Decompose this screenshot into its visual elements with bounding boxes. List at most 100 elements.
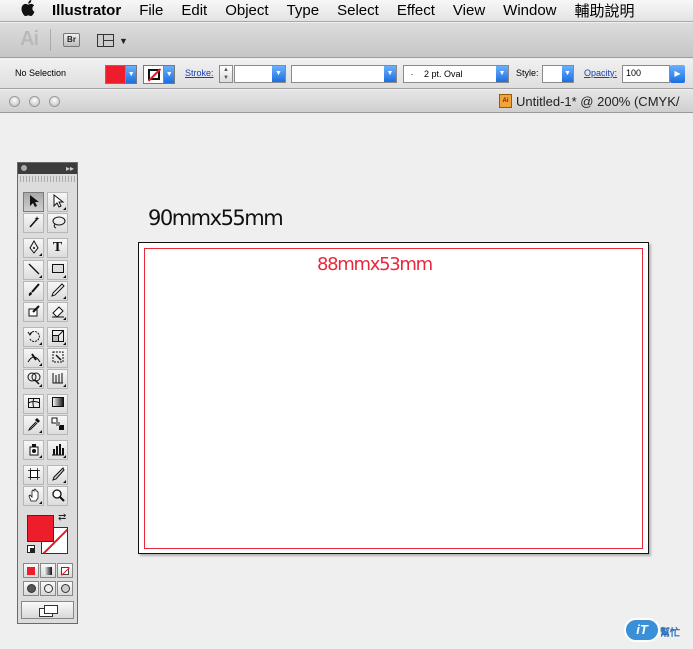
width-tool-icon [27,353,40,363]
draw-behind-button[interactable] [40,581,56,596]
menu-object[interactable]: Object [225,2,268,19]
slice-tool[interactable] [47,465,68,485]
blob-brush-tool[interactable] [23,302,44,322]
eyedropper-tool[interactable] [23,415,44,435]
type-tool[interactable]: T [47,238,68,258]
chevron-down-icon: ▼ [126,66,136,83]
default-fill-stroke-icon[interactable] [27,545,35,553]
artboard-size-label: 90mmx55mm [148,206,284,230]
pen-nib-icon [28,240,39,254]
graphic-style-picker[interactable]: ▼ [542,65,574,83]
minimize-window-button[interactable] [29,96,40,107]
screen-mode-button[interactable] [21,601,74,619]
menu-view[interactable]: View [453,2,485,19]
eraser-icon [51,306,64,318]
swap-fill-stroke-icon[interactable]: ⇄ [58,512,66,523]
bridge-button[interactable]: Br [63,33,80,47]
paintbrush-icon [28,283,40,296]
gradient-tool[interactable] [47,394,68,414]
zoom-window-button[interactable] [49,96,60,107]
color-mode-button[interactable] [23,563,39,578]
lasso-icon [52,216,65,229]
zoom-tool[interactable] [47,486,68,506]
stroke-weight-stepper[interactable]: ▲ ▼ [219,65,233,83]
line-segment-tool[interactable] [23,260,44,280]
chevron-right-icon[interactable]: ▶ [670,65,685,83]
drag-handle[interactable] [20,176,75,182]
brush-value: 2 pt. Oval [424,69,463,79]
draw-normal-button[interactable] [23,581,39,596]
menu-select[interactable]: Select [337,2,379,19]
scale-icon [51,330,64,342]
document-title-bar: Ai Untitled-1* @ 200% (CMYK/ [0,90,693,113]
chevron-down-icon: ▼ [164,66,174,83]
tools-panel-header[interactable]: ▸▸ [18,163,77,174]
rotate-tool[interactable] [23,327,44,347]
width-tool[interactable] [23,348,44,368]
shape-builder-tool[interactable] [23,369,44,389]
paintbrush-tool[interactable] [23,281,44,301]
hand-tool[interactable] [23,486,44,506]
stroke-panel-link[interactable]: Stroke: [185,68,214,78]
blend-icon [51,417,64,430]
arrow-cursor-icon [29,195,39,207]
menu-edit[interactable]: Edit [181,2,207,19]
watermark-badge: iT [624,618,660,642]
stroke-weight-field[interactable]: ▼ [234,65,286,83]
column-graph-icon [51,444,64,456]
scale-tool[interactable] [47,327,68,347]
none-mode-button[interactable] [57,563,73,578]
close-icon[interactable] [21,165,27,171]
style-label: Style: [516,68,539,78]
apple-menu-icon[interactable] [18,0,38,21]
magic-wand-icon [28,216,39,228]
control-bar: No Selection ▼ ▼ Stroke: ▲ ▼ ▼ ▼ · 2 pt. … [0,59,693,89]
magic-wand-tool[interactable] [23,213,44,233]
menu-app-name[interactable]: Illustrator [52,2,121,19]
selection-status: No Selection [15,68,67,78]
stroke-swatch [144,66,165,83]
fill-color-box[interactable] [27,515,54,542]
mesh-tool[interactable] [23,394,44,414]
menu-window[interactable]: Window [503,2,556,19]
selection-tool[interactable] [23,192,44,212]
close-window-button[interactable] [9,96,20,107]
ai-document-icon: Ai [499,94,512,108]
blend-tool[interactable] [47,415,68,435]
chevron-down-icon: ▼ [119,35,128,46]
fill-color-picker[interactable]: ▼ [105,65,137,84]
menu-bar: Illustrator File Edit Object Type Select… [0,0,693,22]
draw-inside-button[interactable] [57,581,73,596]
symbol-sprayer-tool[interactable] [23,440,44,460]
brush-dot-icon: · [410,69,414,79]
menu-file[interactable]: File [139,2,163,19]
collapse-icon[interactable]: ▸▸ [66,163,74,174]
brush-definition-dropdown[interactable]: · 2 pt. Oval ▼ [403,65,509,83]
pencil-icon [50,283,65,297]
illustrator-logo: Ai [20,28,39,50]
tools-panel: ▸▸ T ⇄ [17,162,78,624]
perspective-grid-tool[interactable] [47,369,68,389]
opacity-input[interactable]: 100 [622,65,670,83]
arrange-documents-button[interactable]: ▼ [97,33,131,48]
gradient-mode-button[interactable] [40,563,56,578]
pen-tool[interactable] [23,238,44,258]
opacity-panel-link[interactable]: Opacity: [584,68,617,78]
menu-effect[interactable]: Effect [397,2,435,19]
artboard-tool[interactable] [23,465,44,485]
shape-builder-icon [27,372,40,385]
rectangle-tool[interactable] [47,260,68,280]
column-graph-tool[interactable] [47,440,68,460]
free-transform-tool[interactable] [47,348,68,368]
eraser-tool[interactable] [47,302,68,322]
stroke-color-picker[interactable]: ▼ [143,65,175,84]
menu-type[interactable]: Type [287,2,320,19]
direct-selection-tool[interactable] [47,192,68,212]
line-icon [28,263,39,275]
pencil-tool[interactable] [47,281,68,301]
variable-width-profile-dropdown[interactable]: ▼ [291,65,397,83]
lasso-tool[interactable] [47,213,68,233]
chevron-down-icon: ▼ [496,66,508,82]
menu-help[interactable]: 輔助說明 [575,0,635,21]
hand-icon [28,488,38,502]
